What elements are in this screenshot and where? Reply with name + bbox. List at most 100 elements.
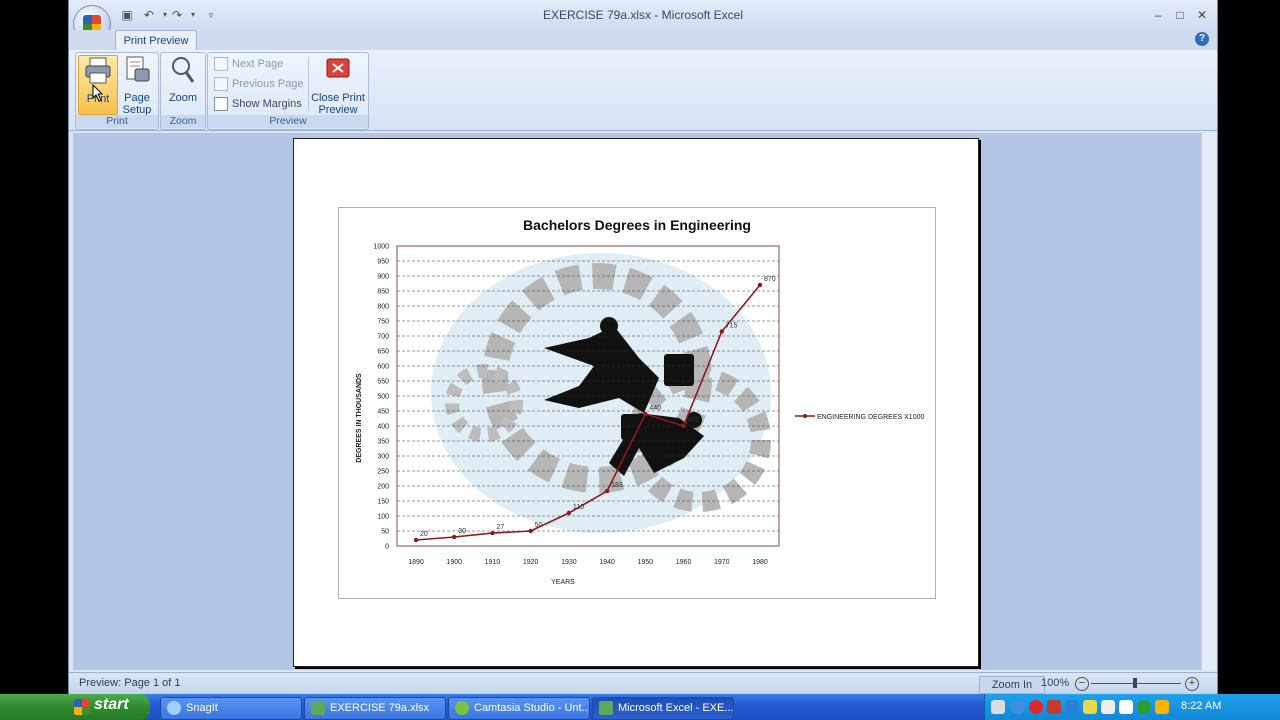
task-label: Camtasia Studio - Unt... xyxy=(474,702,590,714)
start-button[interactable]: start xyxy=(0,694,150,720)
data-point xyxy=(490,530,495,536)
page-setup-button[interactable]: Page Setup xyxy=(118,55,156,116)
y-tick-label: 50 xyxy=(381,529,389,536)
zoom-group: Zoom Zoom xyxy=(160,52,206,130)
close-print-preview-button[interactable]: Close Print Preview xyxy=(310,55,366,116)
data-point xyxy=(528,528,533,534)
chart-svg: 0 50 100 150 200 250 300 350 400 450 500 550 600 650 7… xyxy=(356,217,924,586)
system-tray: 8:22 AM xyxy=(984,694,1280,720)
undo-icon[interactable]: ↶ xyxy=(141,7,157,23)
page-setup-label-1: Page xyxy=(124,92,150,104)
antivirus-icon[interactable] xyxy=(1047,700,1061,714)
x-tick-label: 1970 xyxy=(714,559,730,566)
task-snagit[interactable]: SnagIt xyxy=(160,697,302,720)
safely-remove-icon[interactable] xyxy=(1083,700,1097,714)
x-tick-label: 1950 xyxy=(638,559,654,566)
customize-qat-icon[interactable]: ▿ xyxy=(203,7,219,23)
y-tick-label: 500 xyxy=(377,394,389,401)
y-tick-label: 750 xyxy=(377,319,389,326)
clock[interactable]: 8:22 AM xyxy=(1181,700,1221,712)
task-camtasia[interactable]: Camtasia Studio - Unt... xyxy=(448,697,590,720)
network-icon[interactable] xyxy=(1011,700,1025,714)
x-tick-label: 1920 xyxy=(523,559,539,566)
mouse-icon[interactable] xyxy=(1101,700,1115,714)
y-axis-label: DEGREES IN THOUSANDS xyxy=(356,373,363,463)
y-tick-label: 350 xyxy=(377,439,389,446)
task-label: EXERCISE 79a.xlsx xyxy=(330,702,430,714)
preview-area: 0 50 100 150 200 250 300 350 400 450 500 550 600 650 7… xyxy=(73,133,1201,670)
data-label: 20 xyxy=(420,531,428,538)
y-tick-label: 900 xyxy=(377,274,389,281)
data-label: 50 xyxy=(535,522,543,529)
alert-icon[interactable] xyxy=(1155,700,1169,714)
x-tick-label: 1900 xyxy=(446,559,462,566)
task-label: SnagIt xyxy=(186,702,218,714)
y-tick-label: 300 xyxy=(377,454,389,461)
x-axis-ticks: 1890 1900 1910 1920 1930 1940 1950 1960 1970 1980 xyxy=(408,559,768,566)
y-tick-label: 950 xyxy=(377,259,389,266)
mouse-cursor-icon xyxy=(92,84,104,102)
print-group: Print Page Setup Print xyxy=(75,52,159,130)
next-page-button[interactable]: Next Page xyxy=(214,56,283,72)
update-icon[interactable] xyxy=(1065,700,1079,714)
zoom-percent[interactable]: 100% xyxy=(1041,677,1069,689)
tab-print-preview[interactable]: Print Preview xyxy=(115,30,197,51)
data-point xyxy=(757,282,763,288)
legend: ENGINEERING DEGREES X1000 xyxy=(795,414,924,421)
data-point xyxy=(566,510,572,516)
zoom-button[interactable]: Zoom xyxy=(164,55,202,104)
ribbon: Print Page Setup Print Zo xyxy=(69,50,1217,131)
maximize-icon[interactable]: □ xyxy=(1171,7,1189,23)
close-preview-icon xyxy=(326,58,350,78)
status-bar: Preview: Page 1 of 1 Zoom In 100% − + xyxy=(69,672,1217,695)
x-tick-label: 1910 xyxy=(485,559,501,566)
x-tick-label: 1930 xyxy=(561,559,577,566)
redo-dropdown-icon[interactable]: ▾ xyxy=(185,7,201,23)
print-group-label: Print xyxy=(76,115,158,128)
windows-logo-icon xyxy=(74,699,90,715)
redo-icon[interactable]: ↷ xyxy=(169,7,185,23)
vertical-scrollbar[interactable] xyxy=(1201,133,1216,670)
magnifier-icon xyxy=(172,57,195,83)
y-tick-label: 400 xyxy=(377,424,389,431)
next-page-label: Next Page xyxy=(232,58,284,70)
task-microsoft-excel[interactable]: Microsoft Excel - EXE... xyxy=(592,697,734,720)
y-axis-ticks: 0 50 100 150 200 250 300 350 400 450 500 550 600 650 7… xyxy=(373,244,389,551)
x-tick-label: 1960 xyxy=(676,559,692,566)
y-tick-label: 150 xyxy=(377,499,389,506)
task-excel-file[interactable]: EXERCISE 79a.xlsx xyxy=(304,697,446,720)
start-label: start xyxy=(94,696,129,713)
y-tick-label: 100 xyxy=(377,514,389,521)
data-point xyxy=(719,329,724,334)
y-tick-label: 650 xyxy=(377,349,389,356)
minimize-icon[interactable]: – xyxy=(1149,7,1167,23)
save-icon[interactable]: ▣ xyxy=(119,7,135,23)
ribbon-tab-row xyxy=(69,30,1217,50)
help-tray-icon[interactable] xyxy=(991,700,1005,714)
title-bar: EXERCISE 79a.xlsx - Microsoft Excel xyxy=(69,0,1217,30)
preview-group: Next Page Previous Page Show Margins Clo… xyxy=(207,52,369,130)
data-label: 715 xyxy=(726,323,738,330)
show-margins-checkbox[interactable]: Show Margins xyxy=(214,96,302,112)
printer-icon xyxy=(85,57,111,84)
data-point xyxy=(643,411,648,417)
security-icon[interactable] xyxy=(1029,700,1043,714)
zoom-slider-thumb[interactable] xyxy=(1133,678,1137,688)
clock-sync-icon[interactable] xyxy=(1137,700,1151,714)
volume-icon[interactable] xyxy=(1119,700,1133,714)
data-point xyxy=(452,534,457,540)
y-tick-label: 1000 xyxy=(373,244,389,251)
data-label: 110 xyxy=(573,504,584,511)
y-tick-label: 550 xyxy=(377,379,389,386)
zoom-in-icon[interactable]: + xyxy=(1185,677,1199,691)
data-label: 440 xyxy=(649,405,661,412)
previous-page-button[interactable]: Previous Page xyxy=(214,76,304,92)
zoom-group-label: Zoom xyxy=(161,115,205,128)
close-icon[interactable]: ✕ xyxy=(1193,7,1211,23)
help-icon[interactable]: ? xyxy=(1195,32,1209,46)
chart-title: Bachelors Degrees in Engineering xyxy=(523,217,751,233)
checkbox-icon xyxy=(214,97,228,112)
zoom-out-icon[interactable]: − xyxy=(1075,677,1089,691)
zoom-label: Zoom xyxy=(168,92,198,104)
page-setup-icon xyxy=(126,56,150,82)
